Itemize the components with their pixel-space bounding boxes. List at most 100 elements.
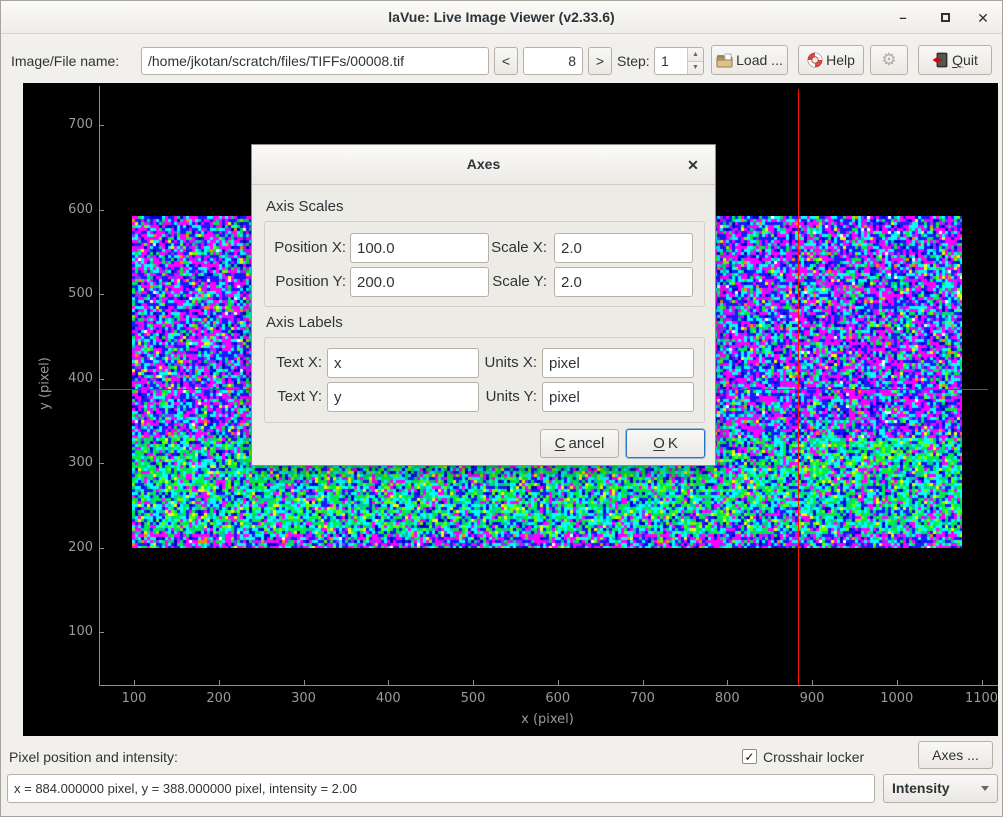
file-name-input[interactable] [141, 47, 489, 75]
axes-dialog: Axes ✕ Axis Scales Position X: Scale X: … [251, 144, 716, 466]
quit-button[interactable]: Quit [918, 45, 992, 75]
axis-scales-heading: Axis Scales [266, 198, 344, 215]
intensity-combobox-value: Intensity [892, 780, 950, 796]
units-x-input[interactable] [542, 348, 694, 378]
x-tick-mark [219, 680, 220, 685]
dialog-close-button[interactable]: ✕ [683, 155, 703, 175]
quit-button-label: Quit [952, 52, 978, 68]
gear-icon: ⚙ [881, 50, 896, 70]
window-titlebar: laVue: Live Image Viewer (v2.33.6) – ✕ [1, 1, 1002, 34]
load-button-label: Load ... [736, 52, 783, 68]
dialog-title: Axes [252, 156, 715, 172]
x-tick-label: 1100 [957, 691, 1003, 706]
y-tick-label: 300 [23, 455, 93, 470]
previous-frame-button[interactable]: < [494, 47, 518, 75]
x-tick-mark [473, 680, 474, 685]
x-tick-mark [727, 680, 728, 685]
y-tick-mark [99, 294, 104, 295]
x-tick-mark [812, 680, 813, 685]
load-button[interactable]: Load ... [711, 45, 788, 75]
step-label: Step: [617, 47, 650, 75]
y-tick-mark [99, 379, 104, 380]
close-button[interactable]: ✕ [972, 8, 994, 28]
maximize-icon [941, 13, 950, 22]
x-tick-label: 900 [787, 691, 837, 706]
step-spinbox[interactable]: 1 ▲ ▼ [654, 47, 704, 75]
window-title: laVue: Live Image Viewer (v2.33.6) [1, 9, 1002, 25]
pixel-intensity-status-input[interactable] [7, 774, 875, 803]
x-tick-label: 400 [363, 691, 413, 706]
axes-dialog-button[interactable]: Axes ... [918, 741, 993, 769]
folder-icon [716, 53, 733, 68]
position-y-input[interactable] [350, 267, 489, 297]
dialog-titlebar: Axes ✕ [252, 145, 715, 185]
y-axis-line [99, 86, 100, 686]
intensity-combobox[interactable]: Intensity [883, 774, 998, 803]
ok-button[interactable]: OK [626, 429, 705, 458]
scale-x-label: Scale X: [482, 233, 547, 263]
step-spin-arrows[interactable]: ▲ ▼ [687, 48, 703, 74]
crosshair-locker-label: Crosshair locker [763, 743, 864, 771]
quit-door-icon [932, 52, 949, 68]
x-tick-mark [643, 680, 644, 685]
x-axis-line [99, 685, 998, 686]
text-y-input[interactable] [327, 382, 479, 412]
position-x-label: Position X: [266, 233, 346, 263]
x-tick-mark [388, 680, 389, 685]
minimize-button[interactable]: – [892, 8, 914, 28]
scale-y-label: Scale Y: [482, 267, 547, 297]
y-tick-label: 400 [23, 371, 93, 386]
x-tick-mark [982, 680, 983, 685]
x-tick-label: 100 [109, 691, 159, 706]
y-tick-label: 700 [23, 117, 93, 132]
frame-number-input[interactable] [523, 47, 583, 75]
units-x-label: Units X: [477, 348, 537, 378]
x-tick-label: 300 [279, 691, 329, 706]
x-tick-label: 1000 [872, 691, 922, 706]
axis-labels-heading: Axis Labels [266, 314, 343, 331]
text-x-label: Text X: [266, 348, 322, 378]
next-frame-button[interactable]: > [588, 47, 612, 75]
units-y-label: Units Y: [477, 382, 537, 412]
y-tick-label: 500 [23, 286, 93, 301]
x-tick-label: 500 [448, 691, 498, 706]
y-tick-mark [99, 210, 104, 211]
settings-button[interactable]: ⚙ [870, 45, 908, 75]
x-tick-mark [897, 680, 898, 685]
x-tick-mark [304, 680, 305, 685]
y-tick-mark [99, 548, 104, 549]
chevron-down-icon [981, 786, 989, 791]
y-tick-mark [99, 125, 104, 126]
step-value: 1 [661, 48, 669, 74]
y-tick-label: 100 [23, 624, 93, 639]
maximize-button[interactable] [934, 8, 956, 28]
cancel-button[interactable]: Cancel [540, 429, 619, 458]
x-tick-label: 800 [702, 691, 752, 706]
scale-y-input[interactable] [554, 267, 693, 297]
help-button[interactable]: Help [798, 45, 864, 75]
pixel-position-label: Pixel position and intensity: [9, 743, 178, 771]
spin-up-icon[interactable]: ▲ [688, 48, 703, 62]
x-tick-label: 700 [618, 691, 668, 706]
x-tick-mark [558, 680, 559, 685]
scale-x-input[interactable] [554, 233, 693, 263]
text-x-input[interactable] [327, 348, 479, 378]
position-x-input[interactable] [350, 233, 489, 263]
x-axis-title: x (pixel) [98, 712, 997, 727]
x-tick-label: 600 [533, 691, 583, 706]
y-tick-label: 600 [23, 202, 93, 217]
text-y-label: Text Y: [266, 382, 322, 412]
x-tick-mark [134, 680, 135, 685]
y-tick-mark [99, 463, 104, 464]
spin-down-icon[interactable]: ▼ [688, 62, 703, 75]
file-name-label: Image/File name: [11, 47, 119, 75]
y-tick-label: 200 [23, 540, 93, 555]
y-tick-mark [99, 632, 104, 633]
help-button-label: Help [826, 52, 855, 68]
crosshair-locker-checkbox[interactable]: ✓ [742, 749, 757, 764]
units-y-input[interactable] [542, 382, 694, 412]
help-lifebuoy-icon [807, 52, 823, 68]
crosshair-vertical-line [798, 89, 799, 685]
position-y-label: Position Y: [266, 267, 346, 297]
x-tick-label: 200 [194, 691, 244, 706]
